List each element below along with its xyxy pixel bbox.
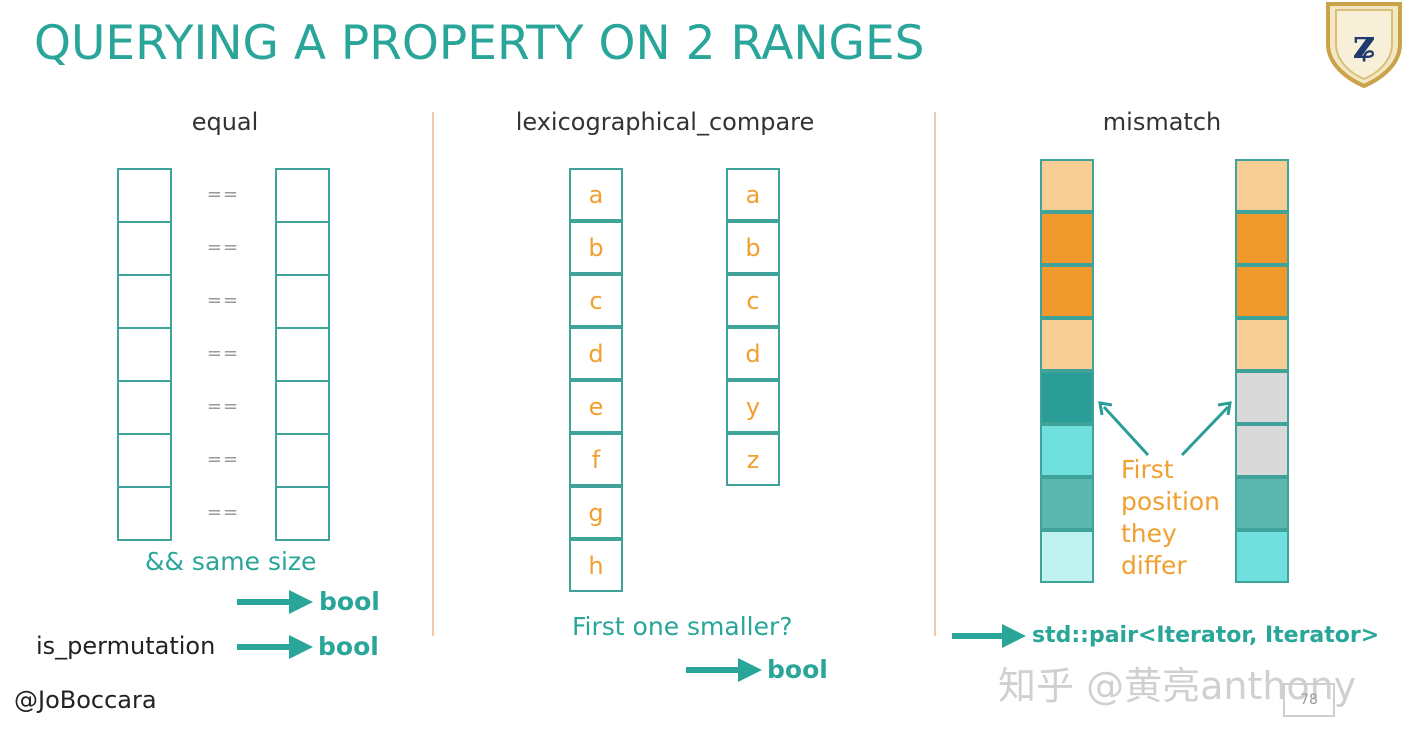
colored-cell [1235,424,1289,477]
svg-text:ʑ: ʑ [1353,21,1376,68]
colored-cell [1040,212,1094,265]
equals-operator: == [206,396,240,417]
letter-cell: g [569,486,623,539]
equal-right-range [275,168,330,541]
slide-title: QUERYING A PROPERTY ON 2 RANGES [34,16,925,71]
mismatch-right-range [1235,159,1289,583]
annotation-line: differ [1121,551,1187,580]
range-cell [117,274,172,329]
annotation-line: they [1121,519,1177,548]
colored-cell [1040,530,1094,583]
equal-left-range [117,168,172,541]
page-number: 78 [1283,683,1335,717]
range-cell [117,327,172,382]
first-one-smaller-question: First one smaller? [572,612,793,641]
colored-cell [1040,159,1094,212]
colored-cell [1235,530,1289,583]
letter-cell: a [726,168,780,221]
letter-cell: y [726,380,780,433]
letter-cell: d [569,327,623,380]
arrow-right-icon [237,590,313,614]
arrow-right-icon [686,658,762,682]
colored-cell [1040,265,1094,318]
separator-right [934,112,936,636]
shield-logo: ʑ [1322,0,1406,89]
mismatch-result: std::pair<Iterator, Iterator> [1032,623,1380,648]
letter-cell: e [569,380,623,433]
colored-cell [1040,371,1094,424]
range-cell [275,221,330,276]
mismatch-left-range [1040,159,1094,583]
lex-right-range: a b c d y z [726,168,780,488]
colored-cell [1235,265,1289,318]
annotation-line: position [1121,487,1221,516]
lex-result: bool [767,655,828,684]
first-position-annotation: First position they differ [1121,454,1220,582]
same-size-note: && same size [145,547,317,576]
colored-cell [1040,318,1094,371]
colored-cell [1235,371,1289,424]
arrow-right-icon [237,635,313,659]
colored-cell [1235,318,1289,371]
range-cell [275,274,330,329]
letter-cell: c [726,274,780,327]
author-handle: @JoBoccara [14,686,157,714]
colored-cell [1235,212,1289,265]
colored-cell [1040,477,1094,530]
letter-cell: b [569,221,623,274]
is-permutation-label: is_permutation [36,632,216,660]
equals-operator: == [206,502,240,523]
lex-left-range: a b c d e f g h [569,168,623,594]
heading-mismatch: mismatch [1102,108,1222,136]
colored-cell [1235,477,1289,530]
range-cell [275,380,330,435]
equal-result: bool [319,587,380,616]
letter-cell: f [569,433,623,486]
letter-cell: b [726,221,780,274]
equals-operator: == [206,449,240,470]
separator-left [432,112,434,636]
range-cell [117,168,172,223]
letter-cell: h [569,539,623,592]
letter-cell: a [569,168,623,221]
heading-lexicographical-compare: lexicographical_compare [515,108,815,136]
letter-cell: d [726,327,780,380]
annotation-line: First [1121,455,1174,484]
pointer-arrows [1090,395,1240,460]
range-cell [275,168,330,223]
range-cell [117,486,172,541]
permutation-result: bool [318,632,379,661]
equals-operator: == [206,184,240,205]
range-cell [275,327,330,382]
range-cell [117,221,172,276]
heading-equal: equal [191,108,259,136]
equals-operator: == [206,343,240,364]
colored-cell [1235,159,1289,212]
range-cell [275,486,330,541]
arrow-right-icon [952,624,1026,648]
letter-cell: z [726,433,780,486]
equals-operator: == [206,290,240,311]
range-cell [117,380,172,435]
letter-cell: c [569,274,623,327]
equals-operator: == [206,237,240,258]
colored-cell [1040,424,1094,477]
range-cell [117,433,172,488]
range-cell [275,433,330,488]
